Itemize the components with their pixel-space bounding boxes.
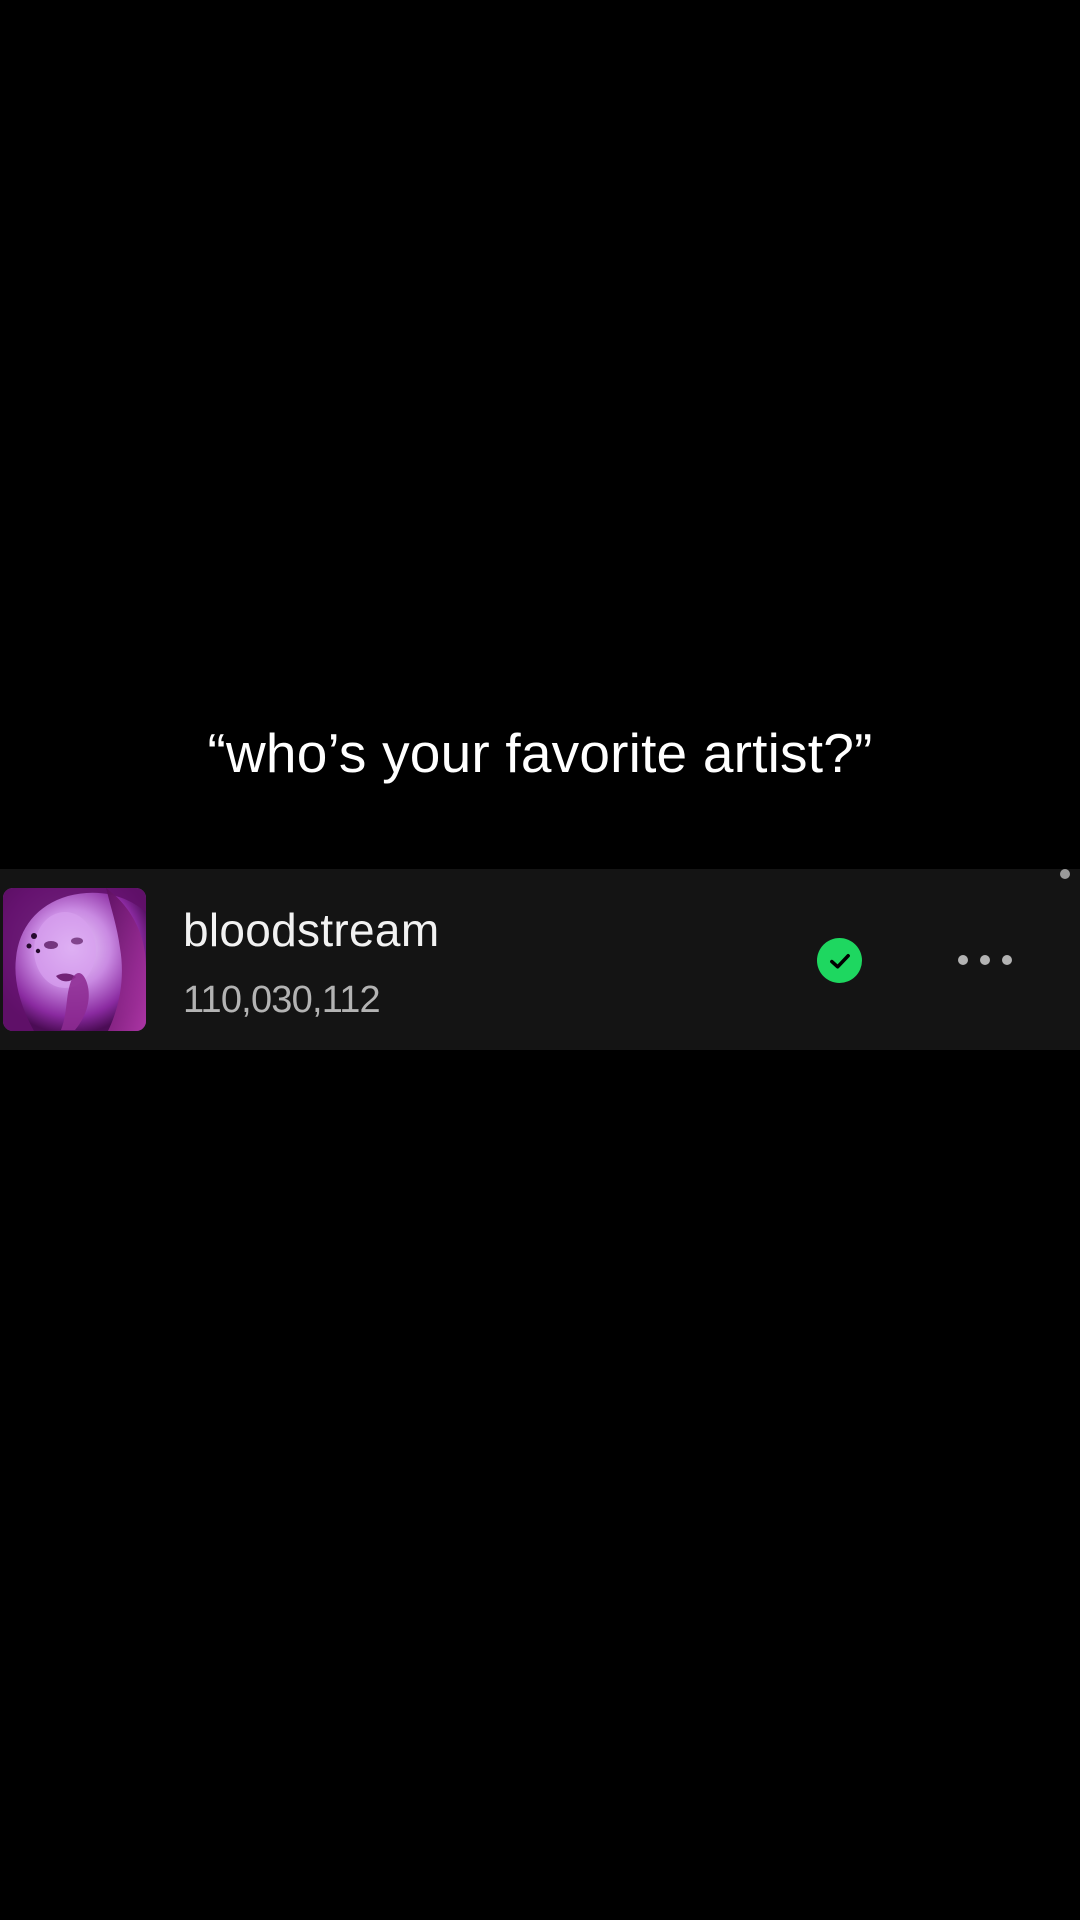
more-options-icon xyxy=(1002,955,1012,965)
more-options-button[interactable] xyxy=(950,937,1020,983)
caption-text: “who’s your favorite artist?” xyxy=(207,722,873,784)
track-row[interactable]: bloodstream 110,030,112 xyxy=(0,869,1080,1050)
more-options-icon xyxy=(980,955,990,965)
more-options-icon xyxy=(958,955,968,965)
play-count: 110,030,112 xyxy=(183,979,381,1021)
scroll-indicator[interactable] xyxy=(1060,869,1070,879)
track-title: bloodstream xyxy=(183,904,440,956)
screen: “who’s your favorite artist?” bloodstrea… xyxy=(0,0,1080,1920)
downloaded-check-icon xyxy=(817,938,862,983)
album-cover-image xyxy=(3,888,146,1031)
